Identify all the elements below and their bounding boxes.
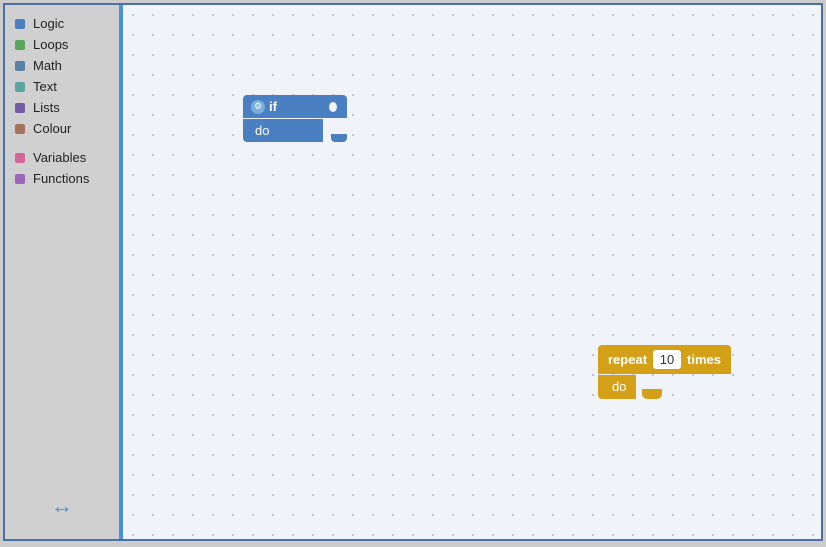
if-label: if bbox=[269, 99, 323, 114]
if-block[interactable]: ⚙ if do bbox=[243, 95, 347, 142]
text-color-dot bbox=[15, 82, 25, 92]
sidebar: Logic Loops Math Text Lists Colour Varia… bbox=[5, 5, 123, 539]
sidebar-label-math: Math bbox=[33, 58, 62, 73]
sidebar-item-functions[interactable]: Functions bbox=[5, 168, 119, 189]
sidebar-item-variables[interactable]: Variables bbox=[5, 147, 119, 168]
repeat-do-notch bbox=[642, 389, 662, 399]
lists-color-dot bbox=[15, 103, 25, 113]
sidebar-item-logic[interactable]: Logic bbox=[5, 13, 119, 34]
sidebar-label-functions: Functions bbox=[33, 171, 89, 186]
repeat-times-input[interactable] bbox=[653, 350, 681, 369]
sidebar-separator bbox=[5, 139, 119, 147]
if-do-row: do bbox=[243, 119, 323, 142]
if-condition-notch bbox=[327, 100, 339, 114]
canvas-area[interactable]: ⚙ if do repeat times bbox=[123, 5, 821, 539]
gear-icon[interactable]: ⚙ bbox=[251, 100, 265, 114]
repeat-block[interactable]: repeat times do bbox=[598, 345, 731, 399]
sidebar-item-loops[interactable]: Loops bbox=[5, 34, 119, 55]
repeat-top-row: repeat times bbox=[598, 345, 731, 374]
sidebar-item-text[interactable]: Text bbox=[5, 76, 119, 97]
sidebar-label-text: Text bbox=[33, 79, 57, 94]
loops-color-dot bbox=[15, 40, 25, 50]
repeat-do-row: do bbox=[598, 375, 636, 399]
resize-handle[interactable]: ↔ bbox=[51, 493, 73, 519]
if-top-row: ⚙ if bbox=[243, 95, 347, 118]
sidebar-label-loops: Loops bbox=[33, 37, 68, 52]
variables-color-dot bbox=[15, 153, 25, 163]
logic-color-dot bbox=[15, 19, 25, 29]
sidebar-label-logic: Logic bbox=[33, 16, 64, 31]
math-color-dot bbox=[15, 61, 25, 71]
if-do-label: do bbox=[255, 123, 269, 138]
sidebar-item-colour[interactable]: Colour bbox=[5, 118, 119, 139]
sidebar-item-math[interactable]: Math bbox=[5, 55, 119, 76]
repeat-do-label: do bbox=[612, 379, 626, 394]
sidebar-item-lists[interactable]: Lists bbox=[5, 97, 119, 118]
if-bottom-notch bbox=[331, 134, 347, 142]
main-container: Logic Loops Math Text Lists Colour Varia… bbox=[3, 3, 823, 541]
repeat-times-label: times bbox=[687, 352, 721, 367]
functions-color-dot bbox=[15, 174, 25, 184]
sidebar-label-colour: Colour bbox=[33, 121, 71, 136]
colour-color-dot bbox=[15, 124, 25, 134]
sidebar-label-variables: Variables bbox=[33, 150, 86, 165]
repeat-label: repeat bbox=[608, 352, 647, 367]
sidebar-label-lists: Lists bbox=[33, 100, 60, 115]
